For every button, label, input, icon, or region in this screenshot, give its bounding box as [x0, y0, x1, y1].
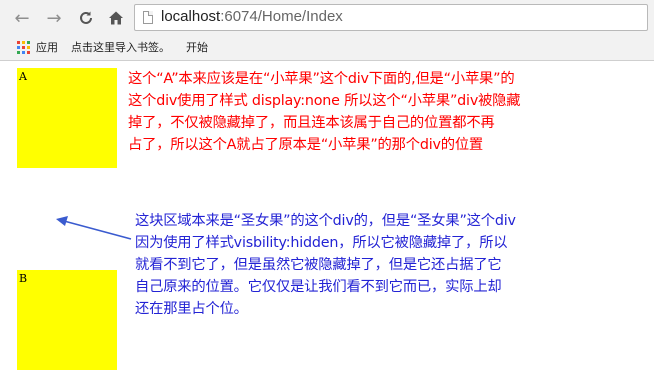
pointer-arrow — [56, 216, 132, 240]
arrow-line — [63, 220, 132, 240]
arrow-head — [56, 216, 68, 226]
